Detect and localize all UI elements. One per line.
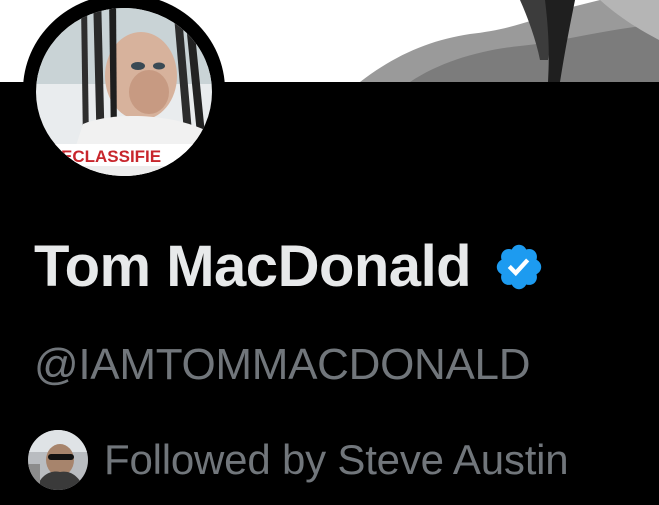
- follower-avatar-image: [28, 430, 88, 490]
- profile-avatar[interactable]: ECLASSIFIE: [23, 0, 225, 186]
- profile-header: ECLASSIFIE Tom MacDonald @IAMTOMMACDONAL…: [0, 0, 659, 505]
- avatar-image: ECLASSIFIE: [31, 3, 217, 181]
- verified-badge-icon[interactable]: [493, 241, 545, 293]
- name-row: Tom MacDonald: [34, 232, 545, 302]
- followed-by-row[interactable]: Followed by Steve Austin: [26, 428, 569, 492]
- followed-by-text: Followed by Steve Austin: [104, 436, 569, 483]
- display-name: Tom MacDonald: [34, 234, 472, 299]
- follower-avatar[interactable]: [26, 428, 90, 492]
- user-handle: @IAMTOMMACDONALD: [34, 340, 531, 389]
